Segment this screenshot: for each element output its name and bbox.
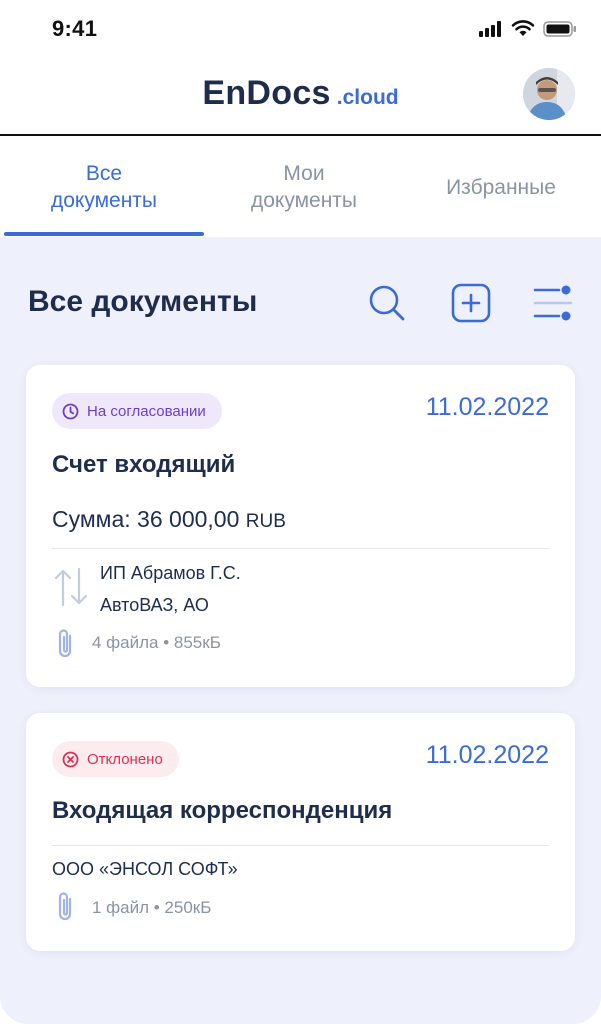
- status-badge-label: Отклонено: [87, 750, 163, 768]
- tab-my-documents[interactable]: Мои документы: [204, 137, 404, 237]
- card-divider: [52, 548, 549, 549]
- document-recipient: АвтоВАЗ, АО: [100, 595, 209, 615]
- document-amount: Сумма: 36 000,00 RUB: [52, 506, 286, 533]
- reject-icon: [62, 751, 79, 767]
- status-time: 9:41: [52, 16, 98, 41]
- document-currency: RUB: [245, 511, 286, 532]
- active-tab-indicator: [4, 232, 204, 236]
- tab-all-documents-line1: Все: [85, 162, 123, 185]
- document-sender: ИП Абрамов Г.С.: [100, 563, 241, 583]
- add-document-button[interactable]: [451, 283, 491, 323]
- clock-icon: [62, 403, 79, 419]
- document-files: 4 файла • 855кБ: [92, 633, 221, 652]
- tab-all-documents-line2: документы: [50, 189, 158, 212]
- document-amount-value: Сумма: 36 000,00: [52, 506, 240, 532]
- document-files: 1 файл • 250кБ: [92, 898, 212, 917]
- tab-my-documents-line1: Мои: [283, 162, 325, 185]
- search-button[interactable]: [367, 283, 407, 323]
- wifi-icon: [511, 20, 535, 36]
- status-badge: На согласовании: [52, 393, 222, 429]
- document-counterparty: ООО «ЭНСОЛ СОФТ»: [52, 859, 238, 879]
- brand-domain: .cloud: [336, 86, 399, 109]
- document-card[interactable]: Отклонено 11.02.2022 Входящая корреспонд…: [26, 713, 575, 951]
- main-content: Все документы На согласовании 11.02.2022…: [0, 237, 601, 1024]
- document-date: 11.02.2022: [425, 393, 549, 421]
- status-icons: [479, 20, 577, 37]
- paperclip-icon: [58, 629, 72, 658]
- status-badge-label: На согласовании: [87, 402, 206, 420]
- battery-icon: [543, 20, 576, 37]
- transfer-icon: [54, 567, 88, 607]
- status-badge: Отклонено: [52, 741, 179, 777]
- filter-icon: [533, 285, 573, 321]
- brand-name: EnDocs: [202, 74, 331, 112]
- signal-icon: [479, 20, 501, 37]
- paperclip-icon: [58, 892, 72, 921]
- document-tabs: Все документы Мои документы Избранные: [0, 137, 601, 237]
- document-title: Счет входящий: [52, 451, 236, 478]
- tab-all-documents[interactable]: Все документы: [4, 137, 204, 237]
- page-title: Все документы: [28, 285, 258, 318]
- app-header: EnDocs .cloud: [0, 56, 601, 136]
- search-icon: [369, 285, 405, 321]
- brand-logo[interactable]: EnDocs .cloud: [0, 74, 601, 113]
- add-icon: [451, 283, 491, 323]
- document-date: 11.02.2022: [425, 741, 549, 769]
- tab-favorites[interactable]: Избранные: [404, 137, 598, 237]
- status-bar: 9:41: [0, 0, 601, 56]
- filter-button[interactable]: [533, 283, 573, 323]
- card-divider: [52, 845, 549, 846]
- tab-favorites-label: Избранные: [446, 175, 556, 199]
- document-card[interactable]: На согласовании 11.02.2022 Счет входящий…: [26, 365, 575, 687]
- user-avatar[interactable]: [523, 68, 575, 120]
- document-title: Входящая корреспонденция: [52, 797, 393, 824]
- tab-my-documents-line2: документы: [250, 189, 358, 212]
